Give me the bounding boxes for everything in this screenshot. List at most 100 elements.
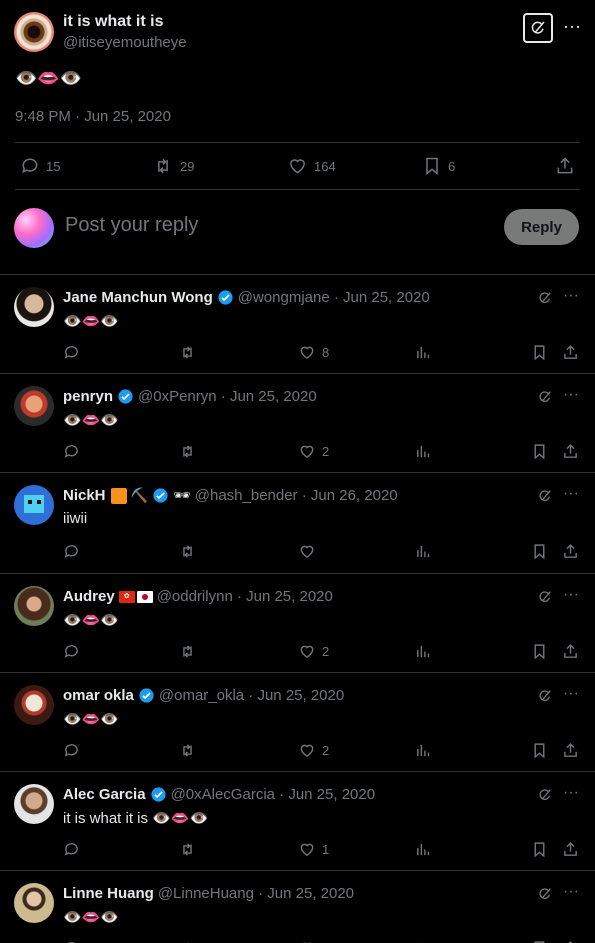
avatar[interactable] [14, 586, 54, 626]
share-button[interactable] [562, 341, 579, 363]
author-meta[interactable]: @0xPenryn · Jun 25, 2020 [138, 388, 317, 405]
reply-input[interactable]: Post your reply [65, 214, 198, 237]
share-button[interactable] [562, 440, 579, 462]
avatar[interactable] [14, 386, 54, 426]
current-user-avatar[interactable] [14, 208, 54, 248]
like-button[interactable]: 8 [298, 341, 329, 363]
grok-icon[interactable] [537, 589, 553, 605]
reply-tweet[interactable]: NickH ⛏️ 🕶 @hash_bender · Jun 26, 2020 i… [0, 473, 595, 573]
reply-button[interactable]: 15 [20, 145, 60, 187]
views-button[interactable] [415, 640, 432, 662]
more-icon[interactable]: ··· [563, 485, 579, 503]
author-meta[interactable]: @omar_okla · Jun 25, 2020 [159, 687, 344, 704]
like-button[interactable]: 1 [298, 838, 329, 860]
like-button[interactable]: 2 [298, 739, 329, 761]
like-button[interactable] [298, 540, 322, 562]
reply-tweet[interactable]: penryn @0xPenryn · Jun 25, 2020 👁️👄👁️ ··… [0, 374, 595, 473]
avatar[interactable] [14, 485, 54, 525]
tweet-timestamp[interactable]: 9:48 PM · Jun 25, 2020 [15, 108, 171, 125]
repost-icon [183, 444, 192, 458]
avatar[interactable] [14, 12, 54, 52]
more-icon[interactable]: ··· [563, 16, 581, 37]
bookmark-button[interactable] [531, 838, 548, 860]
grok-icon[interactable] [537, 688, 553, 704]
views-button[interactable] [415, 739, 432, 761]
like-button[interactable]: 164 [287, 145, 336, 187]
share-button[interactable] [562, 937, 579, 943]
views-button[interactable] [415, 838, 432, 860]
views-button[interactable] [415, 341, 432, 363]
reply-tweet[interactable]: Jane Manchun Wong @wongmjane · Jun 25, 2… [0, 275, 595, 374]
reply-tweet[interactable]: omar okla @omar_okla · Jun 25, 2020 👁️👄👁… [0, 673, 595, 772]
repost-button[interactable] [178, 838, 197, 860]
more-icon[interactable]: ··· [563, 883, 579, 901]
like-button[interactable] [298, 937, 316, 943]
more-icon[interactable]: ··· [563, 386, 579, 404]
author-name[interactable]: Alec Garcia [63, 786, 146, 803]
reply-submit-button[interactable]: Reply [504, 209, 579, 245]
avatar[interactable] [14, 883, 54, 923]
author-meta[interactable]: @oddrilynn · Jun 25, 2020 [157, 588, 333, 605]
bookmark-button[interactable]: 6 [422, 145, 455, 187]
author-meta[interactable]: @LinneHuang · Jun 25, 2020 [158, 885, 354, 902]
share-button[interactable] [555, 145, 575, 187]
repost-button[interactable] [178, 937, 197, 943]
views-button[interactable] [415, 937, 432, 943]
more-icon[interactable]: ··· [563, 784, 579, 802]
reply-button[interactable] [63, 937, 80, 943]
author-name[interactable]: penryn [63, 388, 113, 405]
reply-tweet[interactable]: Audrey ✿ @oddrilynn · Jun 25, 2020 👁️👄👁️… [0, 574, 595, 673]
bookmark-button[interactable] [531, 540, 548, 562]
views-button[interactable] [415, 540, 432, 562]
grok-icon[interactable] [537, 290, 553, 306]
author-meta[interactable]: @0xAlecGarcia · Jun 25, 2020 [171, 786, 376, 803]
repost-button[interactable] [178, 440, 197, 462]
grok-button[interactable] [523, 13, 553, 43]
author-name[interactable]: Jane Manchun Wong [63, 289, 213, 306]
share-button[interactable] [562, 838, 579, 860]
bookmark-button[interactable] [531, 440, 548, 462]
reply-button[interactable] [63, 540, 80, 562]
share-button[interactable] [562, 640, 579, 662]
grok-icon[interactable] [537, 389, 553, 405]
grok-icon[interactable] [537, 787, 553, 803]
views-button[interactable] [415, 440, 432, 462]
bookmark-button[interactable] [531, 739, 548, 761]
author-name[interactable]: Audrey [63, 588, 115, 605]
author-name[interactable]: omar okla [63, 687, 134, 704]
like-button[interactable]: 2 [298, 640, 329, 662]
more-icon[interactable]: ··· [563, 685, 579, 703]
verified-badge-icon [118, 389, 133, 404]
author-name[interactable]: Linne Huang [63, 885, 154, 902]
grok-icon[interactable] [537, 886, 553, 902]
author-handle[interactable]: @itiseyemoutheye [63, 34, 187, 51]
reply-button[interactable] [63, 341, 80, 363]
bookmark-button[interactable] [531, 341, 548, 363]
reply-button[interactable] [63, 640, 80, 662]
repost-button[interactable] [178, 640, 197, 662]
avatar[interactable] [14, 685, 54, 725]
bookmark-button[interactable] [531, 937, 548, 943]
reply-button[interactable] [63, 739, 80, 761]
reply-tweet[interactable]: Linne Huang @LinneHuang · Jun 25, 2020 👁… [0, 871, 595, 943]
reply-tweet[interactable]: Alec Garcia @0xAlecGarcia · Jun 25, 2020… [0, 772, 595, 871]
repost-button[interactable] [178, 739, 197, 761]
share-button[interactable] [562, 540, 579, 562]
like-button[interactable]: 2 [298, 440, 329, 462]
author-meta[interactable]: @hash_bender · Jun 26, 2020 [195, 487, 398, 504]
author-name[interactable]: it is what it is [63, 13, 163, 31]
author-meta[interactable]: @wongmjane · Jun 25, 2020 [238, 289, 430, 306]
share-button[interactable] [562, 739, 579, 761]
more-icon[interactable]: ··· [563, 287, 579, 305]
more-icon[interactable]: ··· [563, 586, 579, 604]
avatar[interactable] [14, 287, 54, 327]
repost-button[interactable] [178, 341, 197, 363]
reply-button[interactable] [63, 838, 80, 860]
grok-icon[interactable] [537, 488, 553, 504]
repost-button[interactable]: 29 [152, 145, 194, 187]
author-name[interactable]: NickH [63, 487, 106, 504]
avatar[interactable] [14, 784, 54, 824]
repost-button[interactable] [178, 540, 197, 562]
reply-button[interactable] [63, 440, 80, 462]
bookmark-button[interactable] [531, 640, 548, 662]
